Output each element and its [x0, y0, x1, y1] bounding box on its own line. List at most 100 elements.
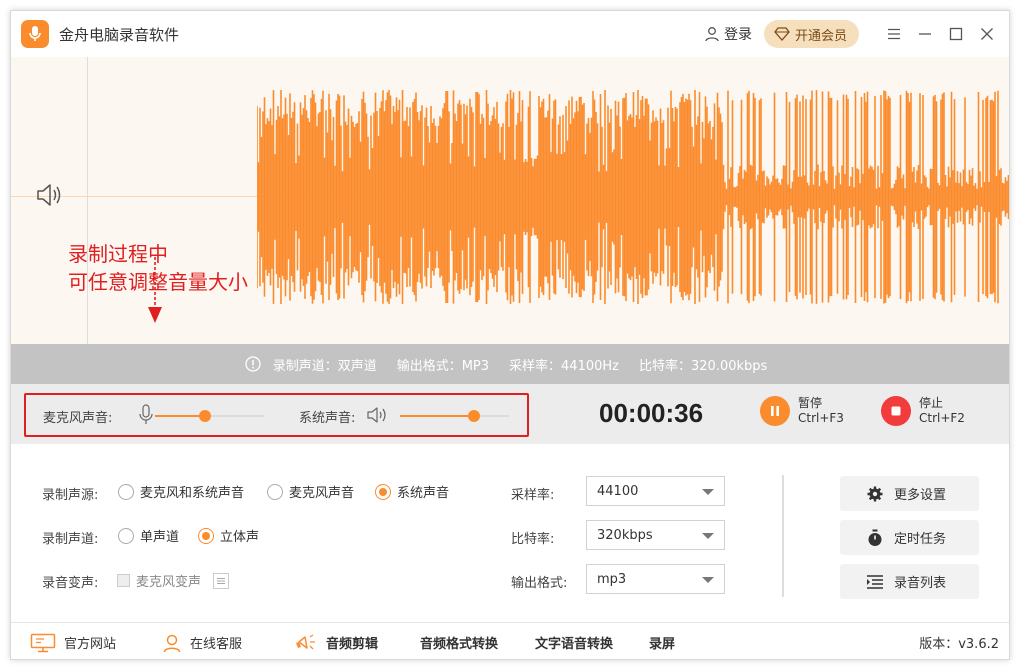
footer-bar: 官方网站 在线客服 音频剪辑 音频格式转换 文字语音转换 录屏 版本：v3.6.…: [11, 622, 1009, 659]
channel-label: 录制声道:: [42, 532, 99, 547]
info-bitrate: 比特率：320.00kbps: [639, 358, 768, 374]
online-support-label: 在线客服: [190, 637, 243, 652]
source-option-system[interactable]: 系统声音: [375, 482, 449, 501]
stop-label: 停止: [919, 396, 944, 410]
voice-change-option: 麦克风变声: [136, 575, 202, 590]
vip-label: 开通会员: [794, 28, 847, 44]
hot-tools-icon: [296, 633, 315, 649]
volume-controls-highlight: 麦克风声音: 系统声音:: [24, 393, 529, 437]
app-window: 金舟电脑录音软件 登录 开通会员 录制过程中 可任意调整音量大小 录制声道：双声…: [10, 10, 1010, 660]
text-to-speech-link[interactable]: 文字语音转换: [535, 623, 614, 659]
version-label: 版本：v3.6.2: [919, 637, 999, 652]
volume-speaker-icon[interactable]: [35, 182, 65, 208]
channel-option-mono[interactable]: 单声道: [118, 526, 179, 545]
system-volume-handle[interactable]: [468, 410, 480, 422]
audio-waveform: [257, 90, 1009, 304]
list-icon: [867, 574, 883, 589]
recording-info-bar: 录制声道：双声道 输出格式：MP3 采样率：44100Hz 比特率：320.00…: [11, 344, 1009, 384]
recording-list-button[interactable]: 录音列表: [840, 564, 979, 599]
channel-option-stereo[interactable]: 立体声: [198, 526, 259, 545]
system-volume-fill: [400, 415, 474, 417]
radio-icon: [267, 483, 283, 500]
source-label: 录制声源:: [42, 488, 99, 503]
mic-volume-label: 麦克风声音:: [43, 411, 113, 426]
gear-icon: [867, 486, 883, 501]
bitrate-label: 比特率:: [511, 532, 555, 547]
official-website-link[interactable]: 官方网站: [30, 623, 117, 659]
bitrate-value: 320kbps: [597, 527, 653, 543]
sample-rate-value: 44100: [597, 483, 639, 499]
system-volume-label: 系统声音:: [299, 411, 356, 426]
title-bar: 金舟电脑录音软件 登录 开通会员: [11, 11, 1009, 57]
format-convert-link[interactable]: 音频格式转换: [420, 623, 498, 659]
stop-button[interactable]: 停止 Ctrl+F2: [881, 396, 965, 426]
login-button[interactable]: 登录: [704, 24, 752, 44]
sample-rate-select[interactable]: 44100: [586, 476, 725, 506]
settings-divider: [782, 475, 784, 597]
equalizer-settings-icon[interactable]: [213, 572, 230, 589]
scheduled-task-button[interactable]: 定时任务: [840, 520, 979, 555]
recording-list-label: 录音列表: [894, 576, 947, 591]
chevron-down-icon: [702, 577, 714, 583]
stop-shortcut: Ctrl+F2: [919, 411, 965, 425]
format-select[interactable]: mp3: [586, 564, 725, 594]
user-icon: [705, 27, 719, 42]
system-volume-slider[interactable]: [400, 410, 509, 422]
audio-edit-link[interactable]: 音频剪辑: [294, 623, 379, 659]
pause-label: 暂停: [798, 396, 823, 410]
maximize-button[interactable]: [942, 20, 970, 48]
chevron-down-icon: [702, 533, 714, 539]
settings-panel: 录制声源: 麦克风和系统声音 麦克风声音 系统声音 录制声道: 单声道 立体声 …: [11, 444, 1009, 622]
checkbox-icon: [117, 574, 130, 587]
close-icon: [981, 28, 993, 40]
minimize-button[interactable]: [911, 20, 939, 48]
stop-icon: [881, 396, 911, 426]
maximize-icon: [949, 27, 963, 41]
scheduled-task-label: 定时任务: [894, 532, 947, 547]
more-settings-label: 更多设置: [894, 488, 947, 503]
pause-icon: [760, 396, 790, 426]
info-channel: 录制声道：双声道: [272, 358, 377, 374]
app-title: 金舟电脑录音软件: [59, 25, 180, 44]
online-support-link[interactable]: 在线客服: [162, 623, 243, 659]
format-label: 输出格式:: [511, 576, 568, 591]
audio-edit-label: 音频剪辑: [326, 637, 379, 652]
info-sample-rate: 采样率：44100Hz: [509, 358, 619, 374]
source-option-mic-and-system[interactable]: 麦克风和系统声音: [118, 482, 244, 501]
channel-option-label: 单声道: [140, 530, 180, 545]
monitor-icon: [30, 633, 56, 652]
microphone-icon: [139, 404, 153, 424]
source-option-label: 系统声音: [397, 486, 450, 501]
mic-volume-handle[interactable]: [199, 410, 211, 422]
chevron-down-icon: [702, 489, 714, 495]
text-to-speech-label: 文字语音转换: [535, 637, 614, 652]
screen-record-label: 录屏: [649, 637, 676, 652]
menu-button[interactable]: [880, 20, 908, 48]
menu-icon: [888, 28, 900, 40]
bitrate-select[interactable]: 320kbps: [586, 520, 725, 550]
source-option-mic[interactable]: 麦克风声音: [267, 482, 354, 501]
more-settings-button[interactable]: 更多设置: [840, 476, 979, 511]
radio-selected-icon: [375, 483, 391, 500]
annotation-arrow: [148, 257, 162, 323]
format-value: mp3: [597, 571, 627, 587]
pause-shortcut: Ctrl+F3: [798, 411, 844, 425]
vip-button[interactable]: 开通会员: [763, 20, 859, 48]
waveform-divider: [87, 57, 88, 344]
source-option-label: 麦克风声音: [289, 486, 355, 501]
screen-record-link[interactable]: 录屏: [649, 623, 676, 659]
login-label: 登录: [723, 27, 752, 43]
info-icon: [245, 356, 261, 372]
recording-control-bar: 麦克风声音: 系统声音: 00:00:36 暂停 Ctrl+F3 停止 Ctrl…: [11, 384, 1009, 444]
timer-icon: [868, 529, 882, 546]
voice-change-checkbox[interactable]: 麦克风变声: [117, 571, 230, 590]
radio-selected-icon: [198, 527, 214, 544]
source-option-label: 麦克风和系统声音: [140, 486, 245, 501]
pause-button[interactable]: 暂停 Ctrl+F3: [760, 396, 844, 426]
mic-volume-slider[interactable]: [155, 410, 264, 422]
close-button[interactable]: [973, 20, 1001, 48]
official-website-label: 官方网站: [64, 637, 117, 652]
radio-icon: [118, 483, 134, 500]
sample-rate-label: 采样率:: [511, 488, 555, 503]
app-logo-icon: [21, 20, 49, 48]
